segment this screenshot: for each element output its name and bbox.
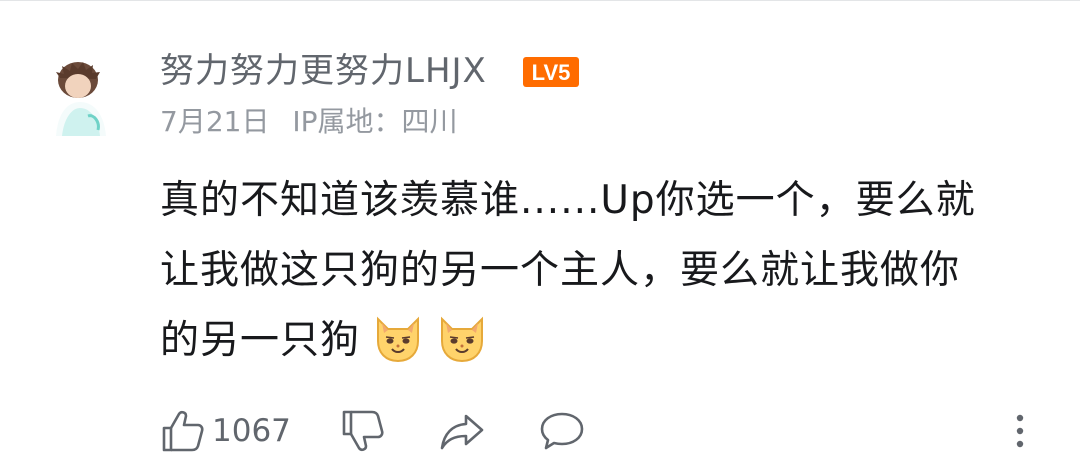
like-button[interactable]: 1067	[160, 405, 291, 457]
comment-content: 真的不知道该羡慕谁......Up你选一个，要么就 让我做这只狗的另一个主人，要…	[160, 166, 1040, 376]
svg-text:LV5: LV5	[532, 60, 571, 85]
thumbs-down-icon	[340, 408, 386, 454]
content-line-with-emoji: 的另一只狗	[160, 306, 1040, 376]
level-badge: LV5	[523, 57, 579, 87]
reply-button[interactable]	[538, 405, 586, 457]
username[interactable]: 努力努力更努力LHJX	[160, 48, 487, 94]
comment-actions: 1067	[160, 405, 1040, 457]
more-button[interactable]	[1012, 405, 1028, 457]
avatar-image	[56, 62, 106, 136]
cat-face-emoji	[372, 311, 424, 363]
thumbs-up-icon	[160, 408, 206, 454]
share-arrow-icon	[438, 408, 486, 454]
ip-location: IP属地：四川	[292, 105, 458, 138]
speech-bubble-icon	[538, 408, 586, 454]
content-line: 真的不知道该羡慕谁......Up你选一个，要么就	[160, 178, 976, 223]
top-divider	[0, 0, 1080, 1]
avatar[interactable]	[48, 52, 112, 136]
content-line: 让我做这只狗的另一个主人，要么就让我做你	[160, 248, 961, 293]
dislike-button[interactable]	[340, 405, 386, 457]
comment-meta: 7月21日 IP属地：四川	[160, 102, 472, 142]
content-line-text: 的另一只狗	[160, 318, 361, 363]
cat-face-emoji	[436, 311, 488, 363]
share-button[interactable]	[438, 405, 486, 457]
comment-date: 7月21日	[160, 105, 270, 138]
like-count: 1067	[212, 413, 291, 449]
more-vertical-icon	[1012, 408, 1028, 454]
